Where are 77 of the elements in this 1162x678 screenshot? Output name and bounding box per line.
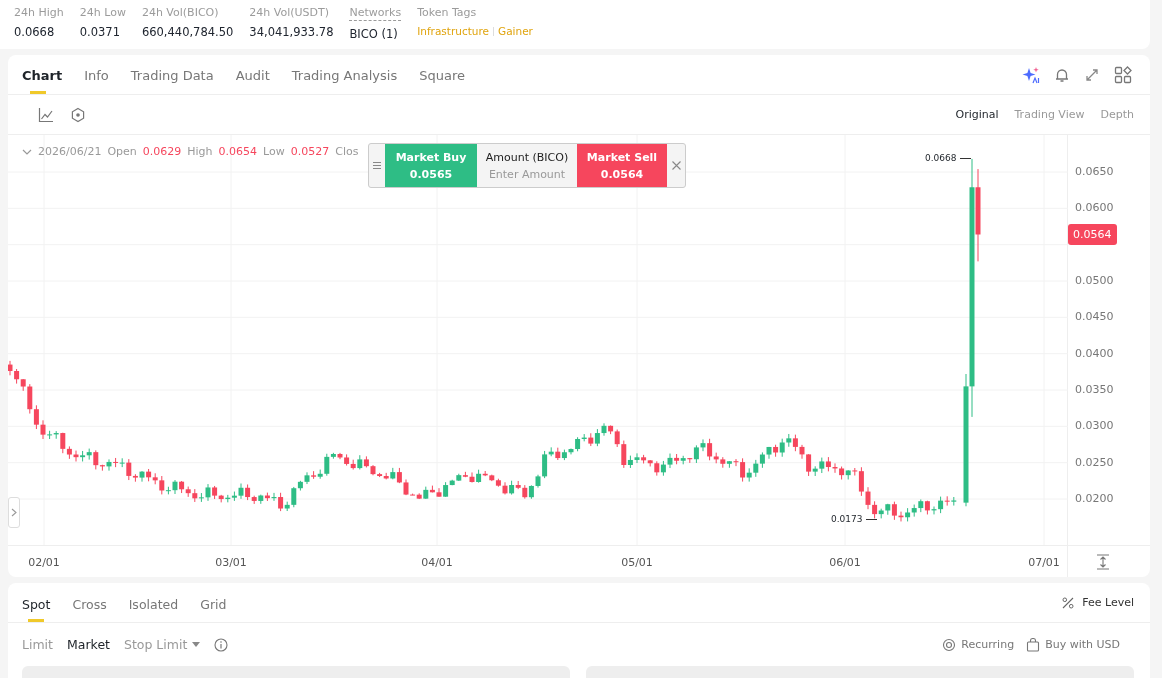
tab[interactable]: Trading Analysis [291, 55, 398, 94]
stat-label: 24h Vol(USDT) [249, 6, 331, 19]
low-price-label: 0.0173 [831, 514, 863, 524]
ohlc-value: 0.0629 [142, 145, 182, 158]
tab[interactable]: Trading Data [130, 55, 214, 94]
order-type-tab[interactable]: Stop Limit [123, 637, 201, 652]
axis-label: 0.0600 [1075, 201, 1114, 215]
stat-value: 34,041,933.78 [249, 25, 334, 39]
tab[interactable]: Cross [72, 583, 107, 622]
tab[interactable]: Isolated [128, 583, 179, 622]
stat-label: 24h Vol(BICO) [141, 6, 220, 19]
widgets-icon[interactable] [1114, 65, 1132, 84]
view-tab[interactable]: Original [955, 108, 999, 121]
stat-value: BICO (1) [349, 27, 399, 41]
hexagon-icon[interactable] [70, 106, 86, 123]
market-buy-button[interactable]: Market Buy 0.0565 [385, 144, 477, 187]
sparkle-icon[interactable] [1022, 65, 1040, 84]
info-icon[interactable] [214, 637, 229, 652]
axis-label: 07/01 [1028, 556, 1060, 569]
axis-label: 0.0200 [1075, 492, 1114, 505]
leader-line [959, 157, 971, 159]
leader-line [865, 518, 877, 520]
stat-value: 660,440,784.50 [141, 25, 234, 39]
amount-label: Amount (BICO) [485, 150, 569, 164]
axis-label: 0.0400 [1075, 346, 1114, 360]
tab[interactable]: Chart [22, 55, 63, 94]
axis-label: 0.0650 [1075, 165, 1114, 178]
ohlc-label: Low [263, 145, 285, 158]
stat-label[interactable]: Networks [349, 6, 402, 21]
ohlc-value: 0.0527 [290, 145, 330, 158]
link[interactable]: Buy with USD [1026, 637, 1120, 652]
axis-label: 02/01 [28, 556, 60, 569]
axis-label: 04/01 [421, 556, 453, 569]
axis-label: 0.0500 [1075, 274, 1114, 287]
caret-icon [192, 642, 201, 647]
current-price-tag: 0.0564 [1068, 224, 1117, 246]
ohlc-label: Open [107, 145, 137, 158]
fee-level-link[interactable]: Fee Level [1082, 596, 1134, 609]
view-tab[interactable]: Depth [1100, 108, 1134, 121]
chevron-right-icon [11, 508, 17, 517]
stat-label: Token Tags [417, 6, 478, 19]
bell-icon[interactable] [1054, 66, 1070, 83]
fit-height-icon[interactable] [1096, 553, 1110, 570]
ohlc-label: High [187, 145, 213, 158]
stat-label: 24h Low [79, 6, 126, 19]
drag-handle-icon[interactable] [373, 162, 381, 169]
expand-icon[interactable] [1084, 66, 1100, 83]
tab[interactable]: Info [84, 55, 109, 94]
order-type-tab[interactable]: Limit [22, 637, 53, 652]
tab[interactable]: Spot [22, 583, 51, 622]
link[interactable]: Recurring [942, 637, 1015, 652]
ohlc-date: 2026/06/21 [38, 145, 102, 158]
axis-label: 06/01 [829, 556, 861, 569]
order-type-tab[interactable]: Market [67, 637, 110, 652]
stat-label: 24h High [14, 6, 64, 19]
line-chart-icon[interactable] [38, 106, 54, 123]
axis-label: 0.0350 [1075, 383, 1114, 396]
axis-label: 0.0300 [1075, 419, 1114, 433]
tab[interactable]: Grid [200, 583, 227, 622]
bag-icon [1026, 637, 1041, 652]
tab[interactable]: Square [419, 55, 465, 94]
tab[interactable]: Audit [235, 55, 270, 94]
ohlc-label: Clos [335, 145, 359, 158]
amount-field[interactable]: Enter Amount [482, 167, 572, 181]
recurring-icon [942, 637, 957, 652]
high-price-label: 0.0668 [925, 153, 957, 163]
market-sell-button[interactable]: Market Sell 0.0564 [577, 144, 667, 187]
view-tab[interactable]: Trading View [1014, 108, 1085, 121]
percent-icon[interactable] [1062, 596, 1075, 609]
axis-label: 03/01 [215, 556, 247, 569]
axis-label: 0.0250 [1075, 455, 1114, 469]
stat-value: 0.0371 [79, 25, 121, 39]
ohlc-value: 0.0654 [218, 145, 258, 158]
close-icon[interactable] [671, 161, 681, 170]
axis-label: 05/01 [621, 556, 653, 569]
axis-label: 0.0450 [1075, 310, 1114, 324]
stat-value: 0.0668 [14, 25, 56, 39]
